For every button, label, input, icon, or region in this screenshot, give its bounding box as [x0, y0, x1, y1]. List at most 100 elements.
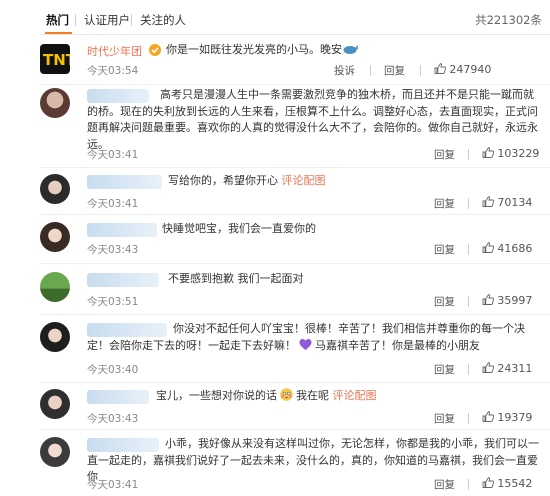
image-link[interactable]: 评论配图: [333, 389, 377, 402]
username[interactable]: 时代少年团: [87, 43, 142, 58]
avatar[interactable]: TNT: [40, 44, 70, 74]
action-divider: [468, 149, 469, 160]
like-count: 19379: [497, 411, 533, 424]
like-count: 70134: [497, 196, 533, 209]
thumb-up-icon: [482, 294, 494, 305]
comment-item: 快睡觉吧宝，我们会一直爱你的 今天03:43 回复 41686: [40, 222, 550, 258]
avatar[interactable]: [40, 88, 70, 118]
thumb-up-icon: [482, 362, 494, 373]
comment-text: 快睡觉吧宝，我们会一直爱你的: [162, 222, 316, 235]
comment-text: 你是一如既往发光发亮的小马。晚安: [166, 42, 359, 59]
like-count: 35997: [497, 294, 533, 307]
reply-button[interactable]: 回复: [434, 147, 455, 162]
action-divider: [468, 244, 469, 255]
like-button[interactable]: 41686: [482, 242, 532, 255]
action-divider: [468, 364, 469, 375]
like-count: 24311: [497, 362, 533, 375]
reply-button[interactable]: 回复: [434, 196, 455, 211]
like-count: 15542: [497, 477, 533, 490]
tabs-border: [40, 34, 550, 35]
verified-badge-icon: [149, 44, 161, 56]
like-button[interactable]: 70134: [482, 196, 532, 209]
comment-item: 不要感到抱歉 我们一起面对 今天03:51 回复 35997: [40, 272, 550, 308]
action-divider: [370, 65, 371, 76]
comment-text: 不要感到抱歉 我们一起面对: [168, 272, 304, 285]
username-blurred[interactable]: [87, 175, 162, 189]
reply-button[interactable]: 回复: [434, 242, 455, 257]
thumb-up-icon: [482, 411, 494, 422]
avatar[interactable]: [40, 389, 70, 419]
tab-divider: [75, 14, 76, 26]
like-button[interactable]: 15542: [482, 477, 532, 490]
thumb-up-icon: [434, 63, 446, 74]
reply-button[interactable]: 回复: [434, 411, 455, 426]
total-comment-count: 共221302条: [475, 13, 542, 27]
comment-divider: [40, 263, 550, 264]
tab-divider: [131, 14, 132, 26]
comment-text: 写给你的，希望你开心 评论配图: [168, 174, 326, 187]
reply-button[interactable]: 回复: [434, 294, 455, 309]
tab-following[interactable]: 关注的人: [140, 12, 186, 28]
comment-item: 写给你的，希望你开心 评论配图 今天03:41 回复 70134: [40, 174, 550, 210]
comment-divider: [40, 382, 550, 383]
username-blurred[interactable]: [87, 273, 159, 287]
avatar[interactable]: [40, 322, 70, 352]
comment-divider: [40, 84, 550, 85]
like-count: 103229: [497, 147, 540, 160]
report-button[interactable]: 投诉: [334, 63, 355, 78]
thumb-up-icon: [482, 477, 494, 488]
image-link[interactable]: 评论配图: [282, 174, 326, 187]
comment-divider: [40, 167, 550, 168]
avatar[interactable]: [40, 437, 70, 467]
tab-hot[interactable]: 热门: [46, 12, 69, 28]
comment-time: 今天03:41: [87, 479, 139, 491]
comment-time: 今天03:51: [87, 296, 139, 308]
svg-text:TNT: TNT: [43, 51, 70, 69]
comment-item: 高考只是漫漫人生中一条需要激烈竞争的独木桥，而且还并不是只能一蹴而就的桥。现在的…: [40, 88, 550, 162]
comment-item: 宝儿，一些想对你说的话 我在呢 评论配图 今天03:43 回复 19379: [40, 388, 550, 426]
whale-emoji-icon: [343, 45, 358, 54]
avatar[interactable]: [40, 272, 70, 302]
comment-time: 今天03:43: [87, 413, 139, 425]
comment-tabs: 热门 认证用户 关注的人 共221302条: [0, 0, 550, 40]
tab-verified-users[interactable]: 认证用户: [84, 12, 130, 28]
flushed-emoji-icon: [280, 388, 293, 401]
action-divider: [468, 296, 469, 307]
action-divider: [468, 479, 469, 490]
comment-divider: [40, 429, 550, 430]
comment-time: 今天03:43: [87, 244, 139, 256]
comment-item: 你没对不起任何人吖宝宝！很棒！辛苦了！我们相信并尊重你的每一个决定！会陪你走下去…: [40, 322, 550, 377]
comment-item: 小乖，我好像从来没有这样叫过你，无论怎样，你都是我的小乖，我们可以一直一起走的，…: [40, 437, 550, 495]
comment-text: 高考只是漫漫人生中一条需要激烈竞争的独木桥，而且还并不是只能一蹴而就的桥。现在的…: [87, 88, 538, 151]
reply-button[interactable]: 回复: [434, 362, 455, 377]
comment-time: 今天03:41: [87, 198, 139, 210]
like-button[interactable]: 103229: [482, 147, 539, 160]
avatar[interactable]: [40, 222, 70, 252]
like-button[interactable]: 35997: [482, 294, 532, 307]
reply-button[interactable]: 回复: [384, 63, 405, 78]
tnt-logo-icon: TNT: [43, 51, 70, 69]
action-divider: [420, 65, 421, 76]
thumb-up-icon: [482, 196, 494, 207]
reply-button[interactable]: 回复: [434, 477, 455, 492]
comment-divider: [40, 214, 550, 215]
comment-item: TNT 时代少年团 你是一如既往发光发亮的小马。晚安 今天03:54 投诉 回复…: [40, 42, 550, 80]
like-button[interactable]: 24311: [482, 362, 532, 375]
action-divider: [468, 413, 469, 424]
like-count: 41686: [497, 242, 533, 255]
username-blurred[interactable]: [87, 390, 149, 404]
like-button[interactable]: 247940: [434, 63, 491, 76]
comment-divider: [40, 314, 550, 315]
comment-time: 今天03:54: [87, 65, 139, 77]
like-button[interactable]: 19379: [482, 411, 532, 424]
like-count: 247940: [449, 63, 492, 76]
action-divider: [468, 198, 469, 209]
avatar[interactable]: [40, 174, 70, 204]
comment-time: 今天03:41: [87, 149, 139, 161]
comment-text: 你没对不起任何人吖宝宝！很棒！辛苦了！我们相信并尊重你的每一个决定！会陪你走下去…: [87, 322, 525, 352]
comment-time: 今天03:40: [87, 364, 139, 376]
thumb-up-icon: [482, 147, 494, 158]
username-blurred[interactable]: [87, 223, 157, 237]
purple-heart-icon: [299, 338, 312, 350]
thumb-up-icon: [482, 242, 494, 253]
